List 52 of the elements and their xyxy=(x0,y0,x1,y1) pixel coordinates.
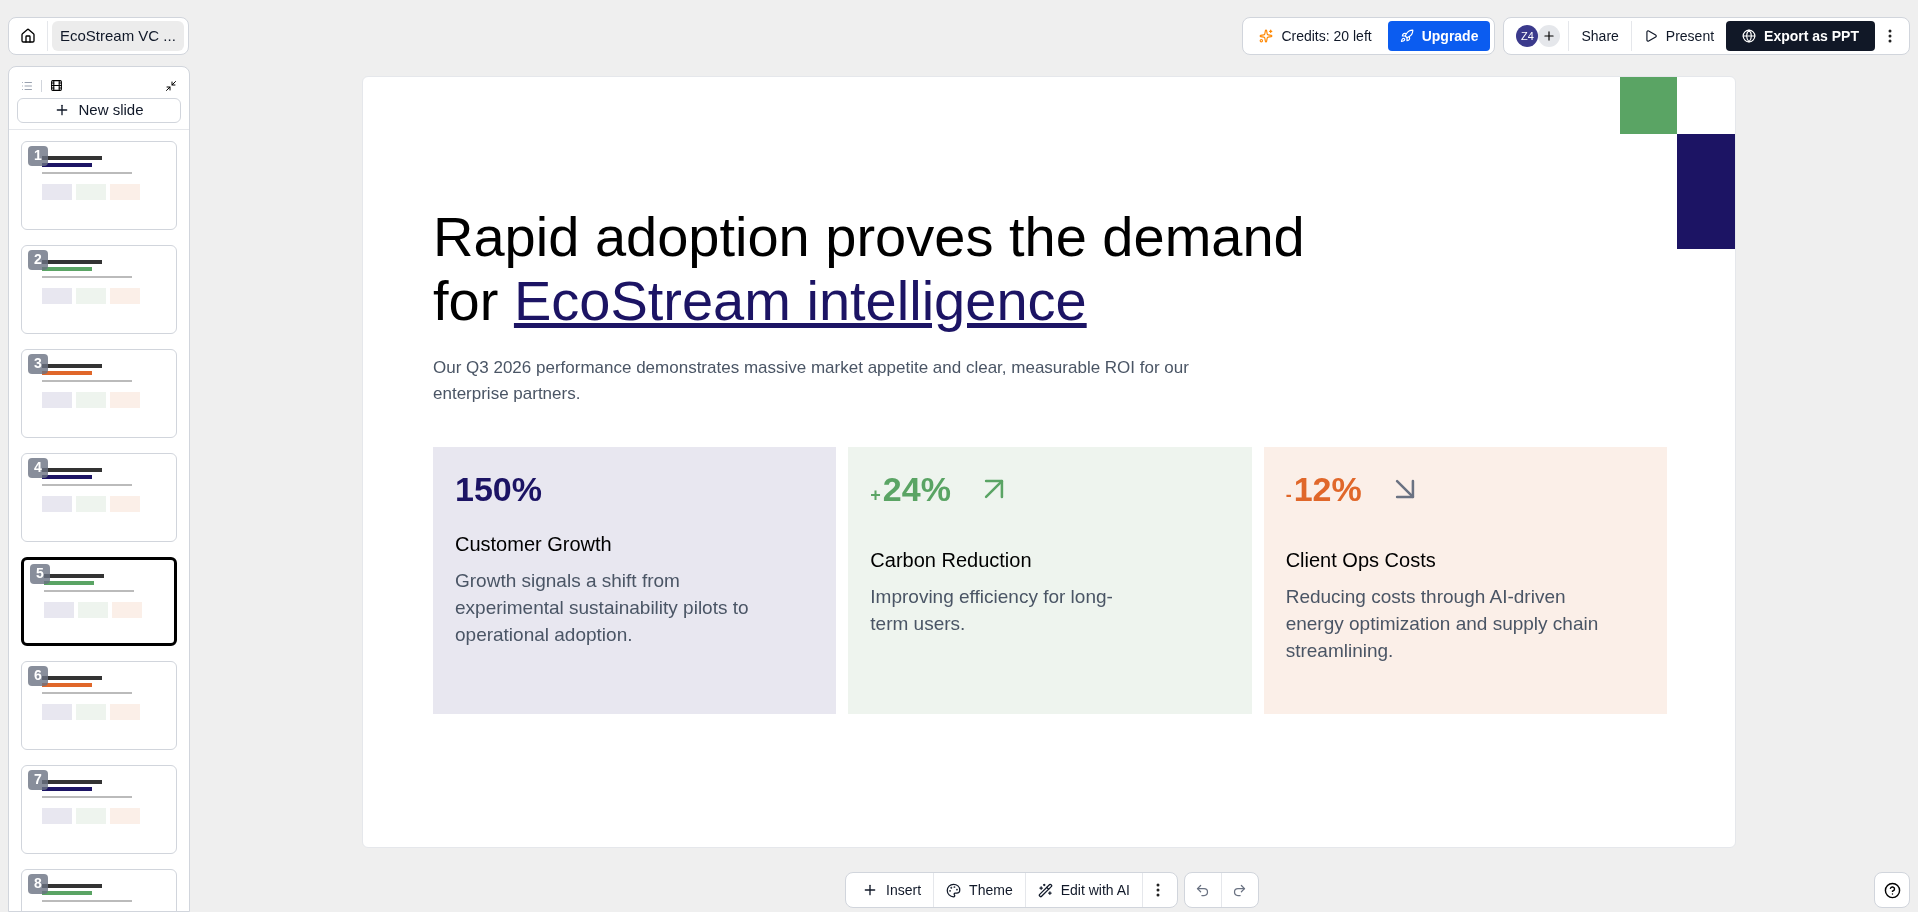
user-avatar[interactable]: Z4 xyxy=(1516,25,1539,47)
edit-with-ai-button[interactable]: Edit with AI xyxy=(1025,875,1142,905)
rocket-icon xyxy=(1399,29,1414,43)
undo-icon xyxy=(1195,882,1211,898)
magic-wand-icon xyxy=(1037,882,1053,898)
slide-number: 1 xyxy=(28,145,48,166)
share-button[interactable]: Share xyxy=(1569,21,1631,51)
slide-number: 3 xyxy=(28,353,48,374)
add-user-button[interactable] xyxy=(1538,25,1561,47)
export-button[interactable]: Export as PPT xyxy=(1726,21,1875,51)
stat-label: Client Ops Costs xyxy=(1285,548,1437,573)
insert-button[interactable]: Insert xyxy=(850,875,934,905)
slide-number: 2 xyxy=(28,249,48,270)
palette-icon xyxy=(946,882,962,898)
slide-number: 6 xyxy=(28,665,48,686)
accent-square xyxy=(1620,77,1677,134)
sign: + xyxy=(870,483,881,507)
stat-label: Customer Growth xyxy=(455,532,613,557)
help-button[interactable] xyxy=(1874,872,1910,908)
list-view-icon[interactable] xyxy=(21,79,33,92)
globe-icon xyxy=(1742,29,1757,43)
stat-label: Carbon Reduction xyxy=(870,548,1033,573)
slide-number: 8 xyxy=(28,873,48,894)
redo-icon xyxy=(1232,882,1248,898)
plus-icon xyxy=(1542,29,1557,43)
slide-number: 5 xyxy=(30,563,50,584)
stat-value: 150% xyxy=(455,468,542,510)
stat-description: Reducing costs through AI-driven energy optimization and supply chain streamlining. xyxy=(1285,585,1600,663)
home-icon xyxy=(20,28,36,44)
document-title[interactable]: EcoStream VC ... xyxy=(52,21,184,51)
sign: - xyxy=(1285,483,1292,507)
slide-number: 7 xyxy=(28,769,48,790)
new-slide-button[interactable]: New slide xyxy=(17,98,181,123)
upgrade-button[interactable]: Upgrade xyxy=(1387,21,1491,51)
sparkle-icon xyxy=(1259,29,1274,43)
theme-button[interactable]: Theme xyxy=(934,875,1025,905)
stat-description: Growth signals a shift from experimental sustainability pilots to operational adoption. xyxy=(455,569,750,647)
help-icon xyxy=(1883,881,1901,899)
collapse-icon[interactable] xyxy=(165,79,177,92)
slide-number: 4 xyxy=(28,457,48,478)
more-icon xyxy=(1155,883,1160,897)
slide-title: Rapid adoption proves the demand for EcoStream intelligence xyxy=(433,205,1306,333)
slide-subtitle: Our Q3 2026 performance demonstrates massive market appetite and clear, measurable ROI for our enterprise partners. xyxy=(433,357,1190,405)
film-strip-icon[interactable] xyxy=(50,79,63,92)
more-icon xyxy=(1888,29,1892,43)
play-icon xyxy=(1643,29,1658,43)
stat-value: 24% xyxy=(882,468,951,510)
stat-description: Improving efficiency for long-term users. xyxy=(870,585,1114,636)
stat-value: 12% xyxy=(1293,468,1362,510)
present-button[interactable]: Present xyxy=(1631,21,1727,51)
credits-label: Credits: 20 left xyxy=(1281,26,1372,46)
title-link[interactable]: EcoStream intelligence xyxy=(513,269,1087,332)
